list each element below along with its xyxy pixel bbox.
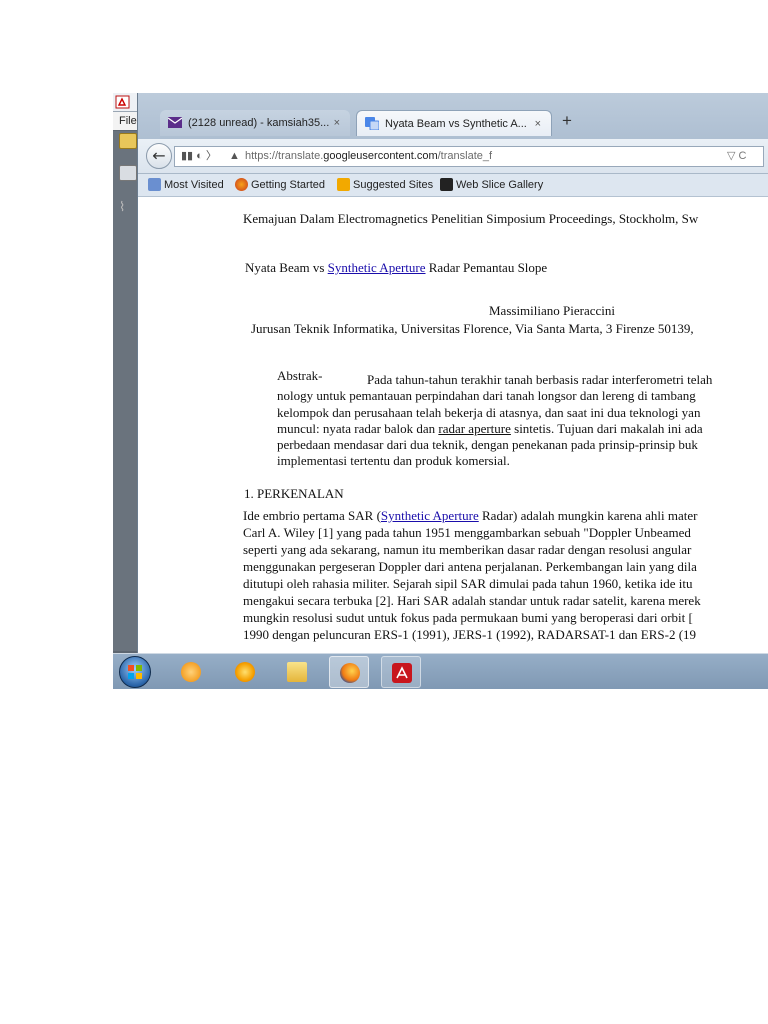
body-line: mengakui secara terbuka [2]. Hari SAR ad… [243, 593, 701, 608]
reload-dropdown-controls[interactable]: ▽ C [727, 147, 746, 166]
taskbar-media-player[interactable] [171, 656, 211, 688]
body-line: Carl A. Wiley [1] yang pada tahun 1951 m… [243, 525, 691, 540]
body-line: Ide embrio pertama SAR (Synthetic Apertu… [243, 508, 698, 523]
synthetic-aperture-link[interactable]: Synthetic Aperture [328, 260, 426, 275]
windows-logo-icon [128, 665, 142, 679]
taskbar-explorer[interactable] [277, 656, 317, 688]
media-player-icon [181, 662, 201, 682]
url-bar[interactable]: ▮▮ ◐ 〉 ▲ https://translate.googleusercon… [174, 146, 764, 167]
tab-close-icon[interactable]: × [535, 111, 541, 136]
proceedings-header: Kemajuan Dalam Electromagnetics Peneliti… [243, 211, 699, 226]
folder-icon [287, 662, 307, 682]
taskbar-firefox[interactable] [329, 656, 369, 688]
bookmark-most-visited[interactable]: Most Visited [148, 174, 224, 196]
pages-icon[interactable] [119, 165, 137, 181]
body-line: seperti yang ada sekarang, namun itu mem… [243, 542, 692, 557]
tab-translate-label: Nyata Beam vs Synthetic A... [385, 118, 527, 130]
firefox-icon [340, 663, 360, 683]
new-tab-button[interactable]: + [562, 111, 572, 131]
radar-aperture-link[interactable]: radar aperture [438, 421, 511, 436]
page-content: Kemajuan Dalam Electromagnetics Peneliti… [138, 197, 768, 653]
tab-translate[interactable]: Nyata Beam vs Synthetic A... × [356, 110, 552, 136]
abstract-line: implementasi tertentu dan produk komersi… [277, 453, 510, 468]
taskbar-acrobat[interactable] [381, 656, 421, 688]
sun-app-icon [235, 662, 255, 682]
acrobat-pdf-icon [115, 95, 130, 109]
bookmark-folder-icon [148, 178, 161, 191]
taskbar-chrome-app[interactable] [225, 656, 265, 688]
bookmarks-toolbar: Most Visited Getting Started Suggested S… [138, 174, 768, 197]
tab-strip: (2128 unread) - kamsiah35... × Nyata Bea… [138, 93, 768, 139]
bookmark-web-slice-gallery[interactable]: Web Slice Gallery [440, 174, 543, 196]
section-heading: 1. PERKENALAN [244, 486, 344, 501]
bookmark-suggested-sites[interactable]: Suggested Sites [337, 174, 433, 196]
folder-icon[interactable] [119, 133, 137, 149]
abstract-line: kelompok dan perusahaan telah bekerja di… [277, 405, 701, 420]
abstract-line: muncul: nyata radar balok dan radar aper… [277, 421, 703, 436]
screenshot-region: File ⌇ (2128 unread) - kamsiah35... × Ny… [113, 93, 768, 689]
body-line: mungkin resolusi sudut untuk fokus pada … [243, 610, 693, 625]
translate-icon [365, 117, 379, 130]
warning-icon: ▲ [229, 150, 240, 162]
article-title: Nyata Beam vs Synthetic Aperture Radar P… [245, 260, 548, 275]
abstract-line: nology untuk pemantauan perpindahan dari… [277, 388, 696, 403]
author-name: Massimiliano Pieraccini [489, 303, 616, 318]
abstract-line: perbedaan mendasar dari dua teknik, deng… [277, 437, 698, 452]
attachment-icon[interactable]: ⌇ [119, 201, 135, 215]
tab-mail-label: (2128 unread) - kamsiah35... [188, 117, 330, 129]
abstract-line: Pada tahun-tahun terakhir tanah berbasis… [367, 372, 713, 387]
firefox-window: (2128 unread) - kamsiah35... × Nyata Bea… [137, 93, 768, 653]
web-slice-icon [440, 178, 453, 191]
taskbar [113, 653, 768, 689]
navigation-bar: ← ▮▮ ◐ 〉 ▲ https://translate.googleuserc… [138, 139, 768, 174]
body-line: menggunakan pergeseran Doppler dari ante… [243, 559, 697, 574]
acrobat-pdf-icon [392, 663, 412, 683]
mail-icon [168, 117, 182, 128]
bing-icon [337, 178, 350, 191]
body-line: ditutupi oleh rahasia militer. Sejarah s… [243, 576, 693, 591]
bookmark-getting-started[interactable]: Getting Started [235, 174, 325, 196]
back-button[interactable]: ← [146, 143, 172, 169]
abstract-label: Abstrak- [277, 368, 323, 383]
url-text: https://translate.googleusercontent.com/… [245, 150, 493, 162]
body-line: 1990 dengan peluncuran ERS-1 (1991), JER… [243, 627, 697, 642]
page-info-icons[interactable]: ▮▮ ◐ 〉 [181, 147, 217, 166]
author-affiliation: Jurusan Teknik Informatika, Universitas … [251, 321, 694, 336]
tab-mail[interactable]: (2128 unread) - kamsiah35... × [160, 110, 350, 136]
firefox-icon [235, 178, 248, 191]
tab-close-icon[interactable]: × [334, 110, 340, 136]
start-button[interactable] [119, 656, 151, 688]
synthetic-aperture-link[interactable]: Synthetic Aperture [381, 508, 479, 523]
